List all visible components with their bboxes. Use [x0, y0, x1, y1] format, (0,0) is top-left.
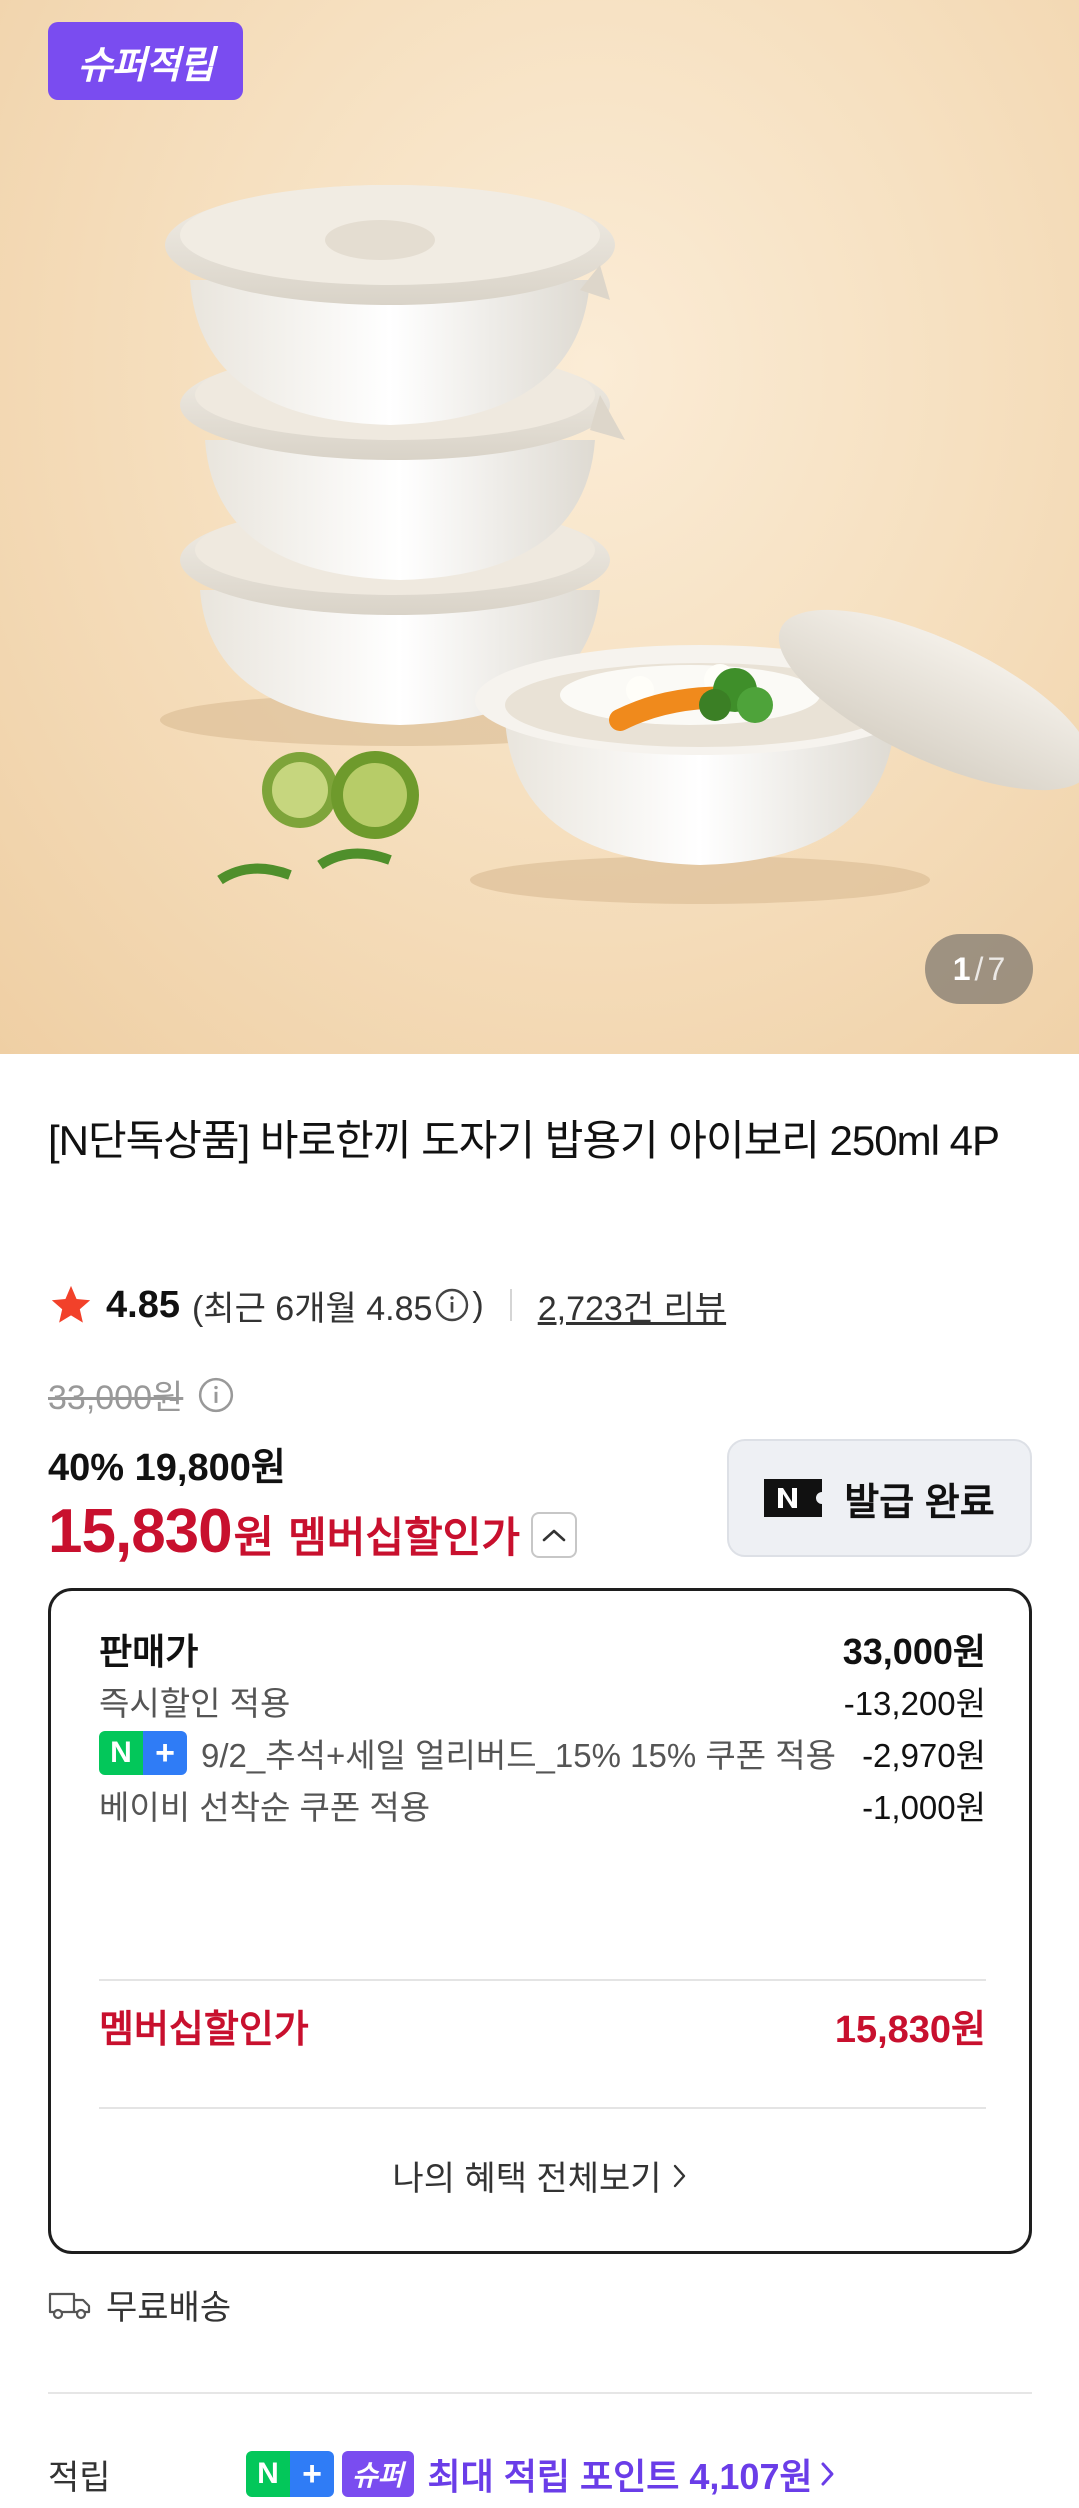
- breakdown-value: 33,000원: [842, 1631, 986, 1672]
- recent-rating-close: ): [472, 1285, 484, 1324]
- breakdown-label: 판매가: [99, 1631, 199, 1672]
- image-counter-separator: /: [974, 950, 984, 987]
- super-points-badge: 슈퍼적립: [48, 22, 243, 100]
- shipping-row: 무료배송: [48, 2280, 231, 2329]
- original-price-row: 33,000원: [48, 1370, 235, 1419]
- breakdown-total-value: 15,830원: [834, 2008, 986, 2051]
- naver-n-icon: N: [246, 2451, 290, 2497]
- breakdown-label: 베이비 선착순 쿠폰 적용: [99, 1789, 431, 1826]
- breakdown-label: 9/2_추석+세일 얼리버드_15% 15% 쿠폰 적용: [201, 1737, 836, 1774]
- image-counter: 1 / 7: [925, 934, 1033, 1004]
- breakdown-total-label: 멤버십할인가: [99, 2008, 309, 2051]
- product-photo: [160, 185, 1079, 904]
- naver-coupon-icon: [764, 1479, 823, 1517]
- plus-icon: +: [143, 1731, 187, 1775]
- breakdown-divider: [99, 2107, 986, 2109]
- breakdown-value: -13,200원: [843, 1685, 986, 1722]
- nplus-coupon-label-group: N + 9/2_추석+세일 얼리버드_15% 15% 쿠폰 적용: [99, 1729, 836, 1777]
- section-divider: [48, 2392, 1032, 2394]
- rating-score: 4.85: [106, 1283, 180, 1326]
- product-title: [N단독상품] 바로한끼 도자기 밥용기 아이보리 250ml 4P: [48, 1117, 1000, 1164]
- reviews-link[interactable]: 2,723건 리뷰: [538, 1281, 726, 1330]
- free-shipping-label: 무료배송: [106, 2289, 232, 2327]
- member-price: 15,830: [48, 1497, 233, 1566]
- breakdown-row-instant-discount: 즉시할인 적용 -13,200원: [99, 1671, 986, 1731]
- breakdown-row-member-price: 멤버십할인가 15,830원: [99, 1993, 986, 2057]
- coupon-issued-button[interactable]: 발급 완료: [727, 1439, 1032, 1557]
- breakdown-divider: [99, 1979, 986, 1981]
- nplus-badge: N +: [246, 2451, 334, 2497]
- breakdown-label: 즉시할인 적용: [99, 1685, 291, 1722]
- max-points-link[interactable]: 최대 적립 포인트 4,107원: [428, 2448, 837, 2500]
- breakdown-value: -1,000원: [862, 1789, 986, 1826]
- price-breakdown-panel: 판매가 33,000원 즉시할인 적용 -13,200원 N + 9/2_추석+…: [48, 1588, 1032, 2254]
- nplus-badge: N +: [99, 1731, 187, 1775]
- star-icon: [51, 1285, 91, 1323]
- points-row[interactable]: 적립 N + 슈퍼 최대 적립 포인트 4,107원: [48, 2448, 1032, 2500]
- original-price: 33,000원: [48, 1379, 184, 1417]
- collapse-breakdown-button[interactable]: [531, 1512, 577, 1558]
- truck-icon: [48, 2292, 91, 2319]
- recent-rating-text: (최근 6개월 4.85: [191, 1289, 433, 1328]
- max-points-text: 최대 적립 포인트 4,107원: [427, 2456, 813, 2497]
- plus-icon: +: [290, 2451, 334, 2497]
- breakdown-row-sale-price: 판매가 33,000원: [99, 1619, 986, 1679]
- breakdown-value: -2,970원: [862, 1737, 986, 1774]
- member-price-label: 멤버십할인가: [288, 1514, 520, 1561]
- discount-price: 40% 19,800원: [48, 1447, 286, 1489]
- chevron-right-icon: [673, 2164, 685, 2187]
- naver-n-icon: N: [99, 1731, 143, 1775]
- points-label: 적립: [48, 2458, 111, 2497]
- image-index: 1: [952, 950, 971, 987]
- super-badge: 슈퍼: [342, 2451, 414, 2497]
- breakdown-row-baby-coupon: 베이비 선착순 쿠폰 적용 -1,000원: [99, 1775, 986, 1835]
- chevron-right-icon: [821, 2462, 834, 2486]
- coupon-issued-label: 발급 완료: [844, 1481, 995, 1524]
- view-all-benefits-label: 나의 혜택 전체보기: [392, 2160, 662, 2198]
- member-price-row: 15,830 원 멤버십할인가: [48, 1496, 520, 1567]
- view-all-benefits-link[interactable]: 나의 혜택 전체보기: [51, 2151, 1029, 2200]
- image-total: 7: [987, 950, 1006, 987]
- rating-divider: [509, 1289, 512, 1321]
- product-image-carousel[interactable]: 슈퍼적립 1 / 7: [0, 0, 1079, 1054]
- info-icon[interactable]: [434, 1287, 470, 1323]
- breakdown-row-nplus-coupon: N + 9/2_추석+세일 얼리버드_15% 15% 쿠폰 적용 -2,970원: [99, 1723, 986, 1783]
- rating-row: 4.85 (최근 6개월 4.85 ) 2,723건 리뷰: [48, 1280, 726, 1330]
- member-price-unit: 원: [233, 1513, 275, 1562]
- chevron-up-icon: [542, 1529, 566, 1542]
- price-info-icon[interactable]: [197, 1376, 235, 1414]
